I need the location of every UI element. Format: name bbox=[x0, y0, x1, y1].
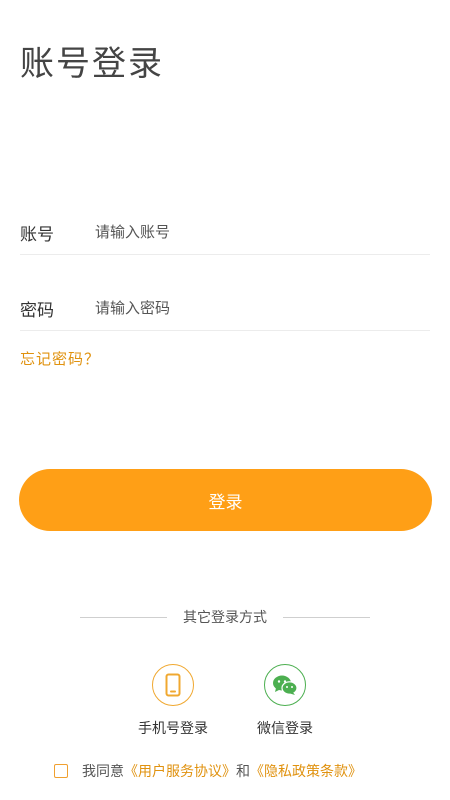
phone-login-label: 手机号登录 bbox=[138, 721, 208, 737]
terms-of-service-link[interactable]: 《用户服务协议》 bbox=[124, 761, 236, 781]
wechat-icon bbox=[264, 664, 306, 706]
forgot-password-link[interactable]: 忘记密码？ bbox=[20, 348, 100, 369]
page-title: 账号登录 bbox=[20, 44, 164, 84]
wechat-login-label: 微信登录 bbox=[257, 721, 313, 737]
alt-login-divider: 其它登录方式 bbox=[80, 607, 370, 627]
account-label: 账号 bbox=[20, 224, 54, 245]
login-button[interactable]: 登录 bbox=[19, 469, 432, 531]
agreement-checkbox[interactable] bbox=[54, 764, 68, 778]
wechat-login-button[interactable]: 微信登录 bbox=[237, 664, 333, 738]
phone-icon bbox=[152, 664, 194, 706]
password-input[interactable] bbox=[95, 293, 430, 323]
privacy-policy-link[interactable]: 《隐私政策条款》 bbox=[250, 761, 362, 781]
divider-line-left bbox=[80, 616, 167, 618]
account-field-row: 账号 bbox=[20, 210, 430, 255]
agreement-prefix: 我同意 bbox=[82, 764, 124, 780]
agreement-and: 和 bbox=[236, 764, 250, 780]
account-input[interactable] bbox=[95, 217, 430, 247]
phone-login-button[interactable]: 手机号登录 bbox=[125, 664, 221, 738]
password-label: 密码 bbox=[20, 300, 54, 321]
password-field-row: 密码 bbox=[20, 286, 430, 331]
agreement-row: 我同意 《用户服务协议》 和 《隐私政策条款》 bbox=[54, 760, 362, 782]
divider-line-right bbox=[283, 616, 370, 618]
alt-login-heading: 其它登录方式 bbox=[183, 610, 267, 626]
